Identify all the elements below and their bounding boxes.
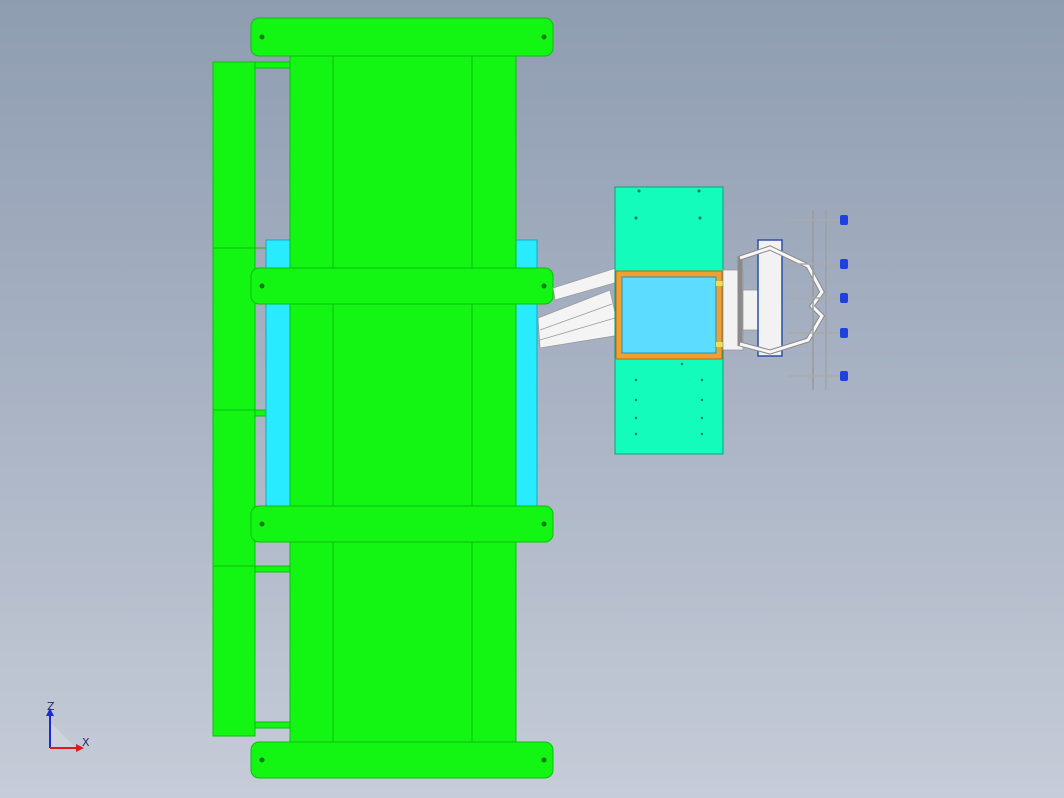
axis-triad: Z X <box>46 700 90 752</box>
window-pane <box>621 276 717 354</box>
conveyor-assembly[interactable] <box>212 17 554 779</box>
cross-plate <box>250 267 554 305</box>
suction-cups <box>840 215 848 381</box>
belt-body <box>289 37 517 761</box>
cad-model-view[interactable] <box>0 0 1064 798</box>
rail-bracket <box>254 721 291 729</box>
rail-bracket <box>254 565 291 573</box>
z-axis-label: Z <box>47 700 55 713</box>
cross-plate <box>250 17 554 57</box>
side-rail <box>212 61 256 737</box>
x-axis-label: X <box>82 736 90 749</box>
cross-plate <box>250 505 554 543</box>
cross-plate <box>250 741 554 779</box>
gripper-pins <box>788 219 840 377</box>
triad-plane <box>50 722 76 748</box>
rail-bracket <box>254 61 291 69</box>
mount-plate-assembly[interactable] <box>614 186 724 455</box>
gripper-carriage <box>757 239 783 357</box>
gripper-assembly[interactable] <box>722 210 848 390</box>
cad-viewport[interactable]: Z X <box>0 0 1064 798</box>
